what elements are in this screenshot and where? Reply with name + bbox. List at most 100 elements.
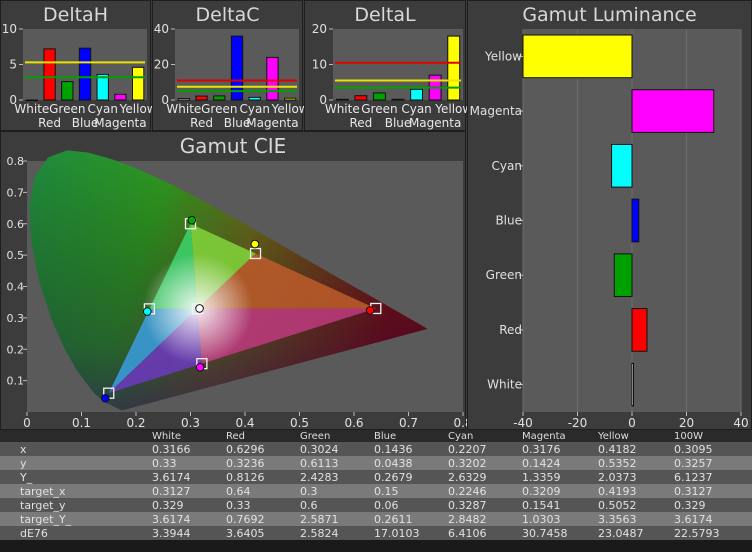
cie-point-blue [100,393,110,403]
luminance-y-label: Green [486,268,522,282]
cie-x-tick-label: 0 [23,416,31,430]
table-cell: 0.3257 [672,456,752,470]
table-cell: 0.6296 [224,442,298,456]
table-row-label: target_y [0,498,150,512]
table-header-cell: Yellow [596,430,672,442]
deltah-bar-yellow [131,66,145,101]
deltah-chart: 0510WhiteRedGreenBlueCyanMagentaYellow [2,22,152,130]
table-cell: 0.0438 [372,456,446,470]
cie-point-cyan [142,307,152,316]
cie-x-tick-label: 0.7 [399,416,418,430]
table-cell: 0.3287 [446,498,520,512]
deltal-bar-yellow [447,35,461,101]
table-cell: 2.6329 [446,470,520,484]
table-cell: 0.64 [224,484,298,498]
table-row: y 0.33 0.3236 0.6113 0.0438 0.3202 0.1424 0.535… [0,456,752,470]
deltal-x-label: Red [349,116,372,130]
cie-x-tick-label: 0.1 [72,416,91,430]
table-header-cell: 100W [672,430,752,442]
table-cell: 0.1436 [372,442,446,456]
table-row-label: x [0,442,150,456]
luminance-bar-white [631,362,634,407]
deltah-x-label: Red [38,116,61,130]
table-header-cell: Blue [372,430,446,442]
cie-point-magenta [195,363,205,372]
cie-x-tick-label: 0.3 [181,416,200,430]
deltac-bar-green [213,95,226,101]
cie-x-tick-label: 0.6 [344,416,363,430]
table-cell: 0.33 [150,456,224,470]
gamut-luminance-panel: Gamut Luminance -40 -20 0 20 40 Yellow Magenta… [467,0,752,430]
deltal-chart: 01020WhiteRedGreenBlueCyanMagentaYellow [312,22,467,130]
deltac-bar-cyan [248,96,261,101]
deltah-bar-blue [78,47,92,101]
table-cell: 0.3176 [520,442,596,456]
cie-x-tick-label: 0.8 [453,416,467,430]
table-cell: 0.1541 [520,498,596,512]
table-cell: 0.3 [298,484,372,498]
table-row-label: Y_ [0,470,150,484]
table-cell: 6.1237 [672,470,752,484]
table-cell: 0.3127 [150,484,224,498]
measurement-table-panel: White Red Green Blue Cyan Magenta Yellow… [0,430,752,552]
cie-y-tick-label: 0.3 [7,312,25,325]
table-cell: 30.7458 [520,526,596,540]
table-cell: 2.8482 [446,512,520,526]
deltac-bar-yellow [283,97,297,101]
table-header-cell [0,430,150,442]
table-cell: 2.0373 [596,470,672,484]
deltal-y-tick-label: 10 [312,58,327,72]
table-cell: 0.6113 [298,456,372,470]
luminance-bar-yellow [522,34,633,79]
table-cell: 2.5871 [298,512,372,526]
table-cell: 0.15 [372,484,446,498]
deltac-y-tick-label: 20 [154,58,169,72]
deltah-bar-green [61,81,74,101]
table-header-cell: White [150,430,224,442]
luminance-y-label: Blue [495,214,522,228]
luminance-x-tick-label: 20 [679,416,694,430]
table-cell: 0.5352 [596,456,672,470]
table-cell: 0.2207 [446,442,520,456]
table-cell: 0.329 [672,498,752,512]
cie-x-tick-label: 0.5 [290,416,309,430]
deltal-x-label: Green [361,102,397,116]
deltac-x-label: Magenta [246,116,298,130]
table-header-cell: Magenta [520,430,596,442]
luminance-bar-blue [631,198,640,243]
table-cell: 3.3944 [150,526,224,540]
cie-x-tick-label: 0.2 [126,416,145,430]
deltac-bar-white [177,98,191,101]
luminance-x-tick-label: 40 [733,416,748,430]
table-row: dE76 3.3944 3.6405 2.5824 17.0103 6.4106 30.74… [0,526,752,540]
cie-y-tick-label: 0.7 [7,186,25,199]
deltal-panel: DeltaL 0 10 20 White Red Green Blue Cyan Magenta… [304,0,467,131]
luminance-y-label: White [487,378,522,392]
cie-point-yellow [250,239,260,249]
deltac-panel: DeltaC 0 20 40 White Red Green Blue Cyan Magenta… [152,0,304,131]
table-row: target_x 0.3127 0.64 0.3 0.15 0.2246 0.3209 0.4… [0,484,752,498]
cie-y-tick-label: 0.6 [7,218,25,231]
table-cell: 0.3209 [520,484,596,498]
table-row-label: y [0,456,150,470]
table-cell: 22.5793 [672,526,752,540]
table-cell: 0.6 [298,498,372,512]
luminance-y-label: Red [499,323,522,337]
deltah-x-label: Cyan [87,102,117,116]
table-row: x 0.3166 0.6296 0.3024 0.1436 0.2207 0.3176 0.4… [0,442,752,456]
deltac-x-label: Yellow [271,102,304,116]
deltac-x-label: White [166,102,201,116]
table-header-cell: Cyan [446,430,520,442]
deltal-bar-green [372,92,386,101]
table-cell: 3.6174 [150,470,224,484]
deltac-bar-magenta [266,56,279,101]
table-cell: 0.3236 [224,456,298,470]
table-cell: 3.6405 [224,526,298,540]
table-cell: 2.4283 [298,470,372,484]
table-cell: 0.329 [150,498,224,512]
table-cell: 6.4106 [446,526,520,540]
deltac-y-tick-label: 40 [154,22,169,36]
table-row: target_y 0.329 0.33 0.6 0.06 0.3287 0.1541 0.50… [0,498,752,512]
deltah-x-label: White [14,102,49,116]
deltal-x-label: White [325,102,360,116]
